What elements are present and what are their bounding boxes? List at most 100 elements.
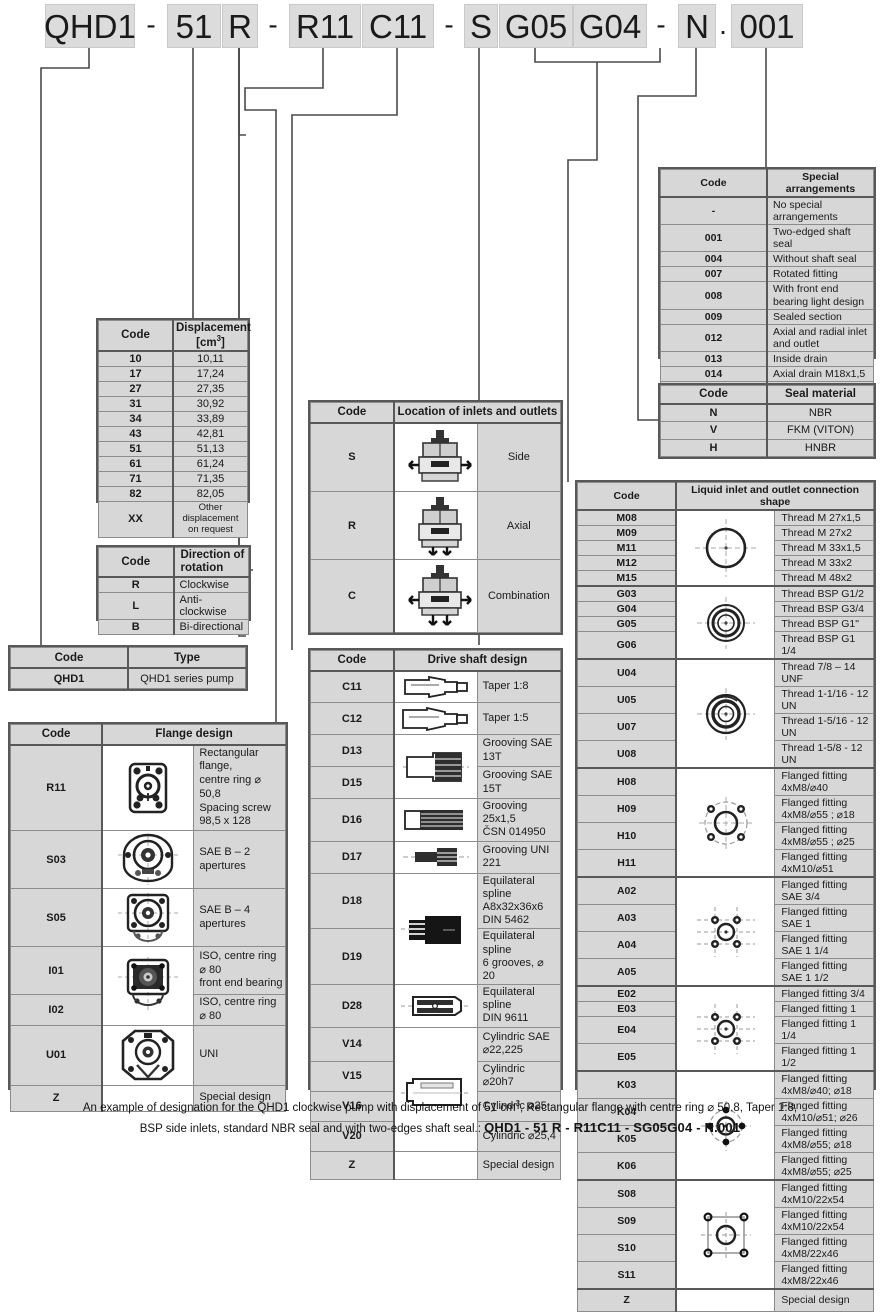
- table-row: 71 71,35: [98, 470, 248, 487]
- table-row: 004 Without shaft seal: [660, 251, 874, 267]
- code-segment: R: [222, 4, 258, 48]
- table-row: D13 Grooving SAE 13T: [309, 734, 562, 799]
- table-row: Z Special design: [309, 1150, 562, 1180]
- table-row: C Combination: [309, 559, 562, 633]
- code-separator: -: [268, 9, 278, 40]
- conn-header-value: Liquid inlet and outlet connection shape: [675, 482, 875, 511]
- flange-header-code: Code: [10, 724, 104, 746]
- table-row: V FKM (VITON): [660, 421, 874, 440]
- table-row: 31 30,92: [98, 395, 248, 412]
- table-row: N NBR: [660, 403, 874, 423]
- rotation-header-code: Code: [98, 547, 175, 579]
- conn-rect-flange-icon: [675, 1179, 776, 1290]
- table-row: 61 61,24: [98, 455, 248, 472]
- code-segment: 001: [731, 4, 803, 48]
- table-row: 009 Sealed section: [660, 309, 874, 326]
- example-code: QHD1 - 51 R - R11C11 - SG05G04 - N.001: [484, 1119, 741, 1135]
- location-header-value: Location of inlets and outlets: [393, 402, 561, 424]
- drive-shaft-design-table: Code Drive shaft design C11 Taper 1:8 C1…: [308, 648, 563, 1180]
- location-of-ports-table: Code Location of inlets and outlets S Si…: [308, 400, 563, 635]
- shaft-taper-icon: [393, 702, 478, 735]
- table-row: D17 Grooving UNI 221: [309, 840, 562, 874]
- table-row: 27 27,35: [98, 380, 248, 397]
- code-segment: C11: [362, 4, 434, 48]
- location-header-code: Code: [309, 402, 395, 424]
- pump-side-ports-icon: [393, 422, 478, 492]
- table-row: D16 Grooving 25x1,5 ČSN 014950: [309, 798, 562, 842]
- conn-header-code: Code: [577, 482, 678, 511]
- table-row: R Clockwise: [98, 576, 249, 594]
- table-row: S03 SAE B – 2 apertures: [10, 830, 286, 889]
- seal-header-code: Code: [660, 384, 768, 405]
- shaft-spline-din9611-icon: [393, 984, 478, 1028]
- pump-axial-ports-icon: [393, 490, 478, 561]
- direction-of-rotation-table: Code Direction of rotation R Clockwise LA…: [96, 545, 251, 636]
- code-separator: -: [444, 9, 454, 40]
- shaft-taper-icon: [393, 670, 478, 703]
- table-row: A02 Flanged fitting SAE 3/4: [577, 876, 874, 987]
- type-header-code: Code: [10, 647, 129, 669]
- table-row: G03 Thread BSP G1/2: [577, 585, 874, 660]
- table-row: 007 Rotated fitting: [660, 266, 874, 282]
- seal-header-value: Seal material: [766, 384, 874, 405]
- special-header-code: Code: [660, 169, 768, 198]
- flange-header-value: Flange design: [101, 724, 287, 746]
- type-header-value: Type: [127, 647, 246, 669]
- table-row: 82 82,05: [98, 485, 248, 502]
- table-row: 013 Inside drain: [660, 351, 874, 368]
- code-segment: QHD1: [44, 4, 136, 48]
- flange-uni-icon: [101, 1024, 195, 1086]
- special-arrangements-table: Code Special arrangements - No special ar…: [658, 167, 876, 413]
- code-separator: -: [146, 9, 156, 40]
- conn-flange-4bolt-square-icon: [675, 985, 776, 1072]
- code-segment: G05: [499, 4, 573, 48]
- table-row: 17 17,24: [98, 365, 248, 382]
- table-row: QHD1 QHD1 series pump: [10, 667, 246, 689]
- footer-line-2: BSP side inlets, standard NBR seal and w…: [139, 1119, 741, 1135]
- connection-shape-table: Code Liquid inlet and outlet connection …: [575, 480, 876, 1312]
- conn-sae-4bolt-square-icon: [675, 876, 776, 987]
- table-row: 001 Two-edged shaft seal: [660, 224, 874, 252]
- table-row: S Side: [309, 422, 562, 492]
- table-row: U01 UNI: [10, 1024, 286, 1086]
- table-row: I01 ISO, centre ring ⌀ 80 front end bear…: [10, 946, 286, 1026]
- table-row: E02 Flanged fitting 3/4: [577, 985, 874, 1072]
- seal-material-table: Code Seal material N NBR V FKM (VITON) H HN…: [658, 383, 876, 459]
- table-row: D28 Equilateral spline DIN 9611: [309, 984, 562, 1028]
- code-separator: .: [719, 9, 727, 40]
- displacement-table: Code Displacement [cm3] 10 10,11 17 17,24 …: [96, 318, 251, 538]
- conn-un-thread-icon: [675, 658, 776, 769]
- table-row: 008 With front end bearing light design: [660, 280, 874, 311]
- flange-rectangular-icon: [101, 744, 195, 831]
- displacement-header-value: Displacement [cm3]: [172, 319, 251, 352]
- shaft-empty-cell: [393, 1150, 478, 1180]
- table-row: L Anti-clockwise: [98, 592, 249, 621]
- table-row: B Bi-directional: [98, 619, 249, 636]
- pump-combination-ports-icon: [393, 559, 478, 633]
- table-row: 10 10,11: [98, 350, 248, 367]
- table-row: XX Other displacement on request: [98, 500, 248, 538]
- table-row: U04 Thread 7/8 – 14 UNF: [577, 658, 874, 769]
- shaft-groove-csn-icon: [393, 798, 478, 842]
- table-row: M08 Thread M 27x1,5: [577, 509, 874, 587]
- shaft-header-code: Code: [309, 650, 395, 672]
- rotation-header-value: Direction of rotation: [173, 547, 249, 579]
- table-row: 014 Axial drain M18x1,5: [660, 366, 874, 383]
- special-header-value: Special arrangements: [766, 169, 874, 198]
- table-row: 43 42,81: [98, 425, 248, 442]
- table-row: V14 Cylindric SAE ⌀22,225: [309, 1026, 562, 1152]
- code-segment: N: [678, 4, 716, 48]
- table-row: K03 Flanged fitting 4xM8/⌀40; ⌀18: [577, 1070, 874, 1181]
- table-row: 51 51,13: [98, 440, 248, 457]
- table-row: R11 Rectangular flange, centre ring ⌀ 50…: [10, 744, 286, 831]
- displacement-header-code: Code: [98, 319, 174, 352]
- table-row: S08 Flanged fitting 4xM10/22x54: [577, 1179, 874, 1290]
- example-designation-note: An example of designation for the QHD1 c…: [0, 1098, 880, 1138]
- table-row: S05 SAE B – 4 apertures: [10, 888, 286, 947]
- shaft-groove-uni-icon: [393, 840, 478, 874]
- designation-code-string: QHD1-51 R - R11 C11- S G05 G04- N. 001: [0, 0, 880, 52]
- shaft-spline-din5462-icon: [393, 872, 478, 986]
- table-row: H08 Flanged fitting 4xM8/⌀40: [577, 767, 874, 878]
- shaft-header-value: Drive shaft design: [393, 650, 561, 672]
- table-row: - No special arrangements: [660, 196, 874, 225]
